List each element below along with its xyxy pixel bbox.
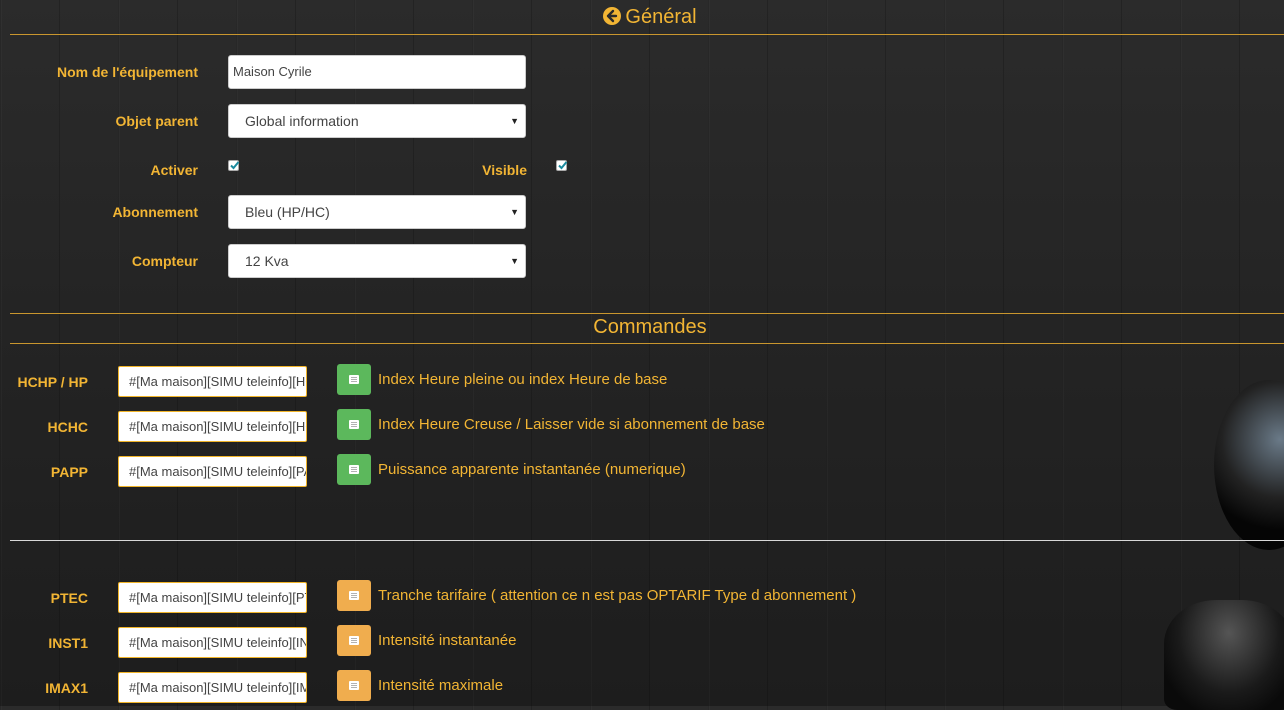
command-label-inst1: INST1 (48, 635, 88, 651)
command-select-button[interactable] (337, 670, 371, 701)
parent-object-label: Objet parent (115, 113, 198, 129)
commandes-section-title: Commandes (593, 316, 707, 338)
equipment-name-label: Nom de l'équipement (56, 64, 198, 80)
command-input-hchc[interactable]: #[Ma maison][SIMU teleinfo][HCHC] (118, 411, 307, 442)
activer-checkbox[interactable] (228, 160, 240, 171)
command-input-imax1[interactable]: #[Ma maison][SIMU teleinfo][IMAX1] (118, 672, 307, 703)
activer-label: Activer (150, 162, 198, 178)
compteur-label: Compteur (131, 253, 198, 269)
command-description-hchp: Index Heure pleine ou index Heure de bas… (378, 371, 668, 388)
parent-object-value: Global information (245, 113, 359, 129)
command-input-inst1[interactable]: #[Ma maison][SIMU teleinfo][INST1] (118, 627, 307, 658)
command-description-imax1: Intensité maximale (378, 677, 504, 694)
command-description-hchc: Index Heure Creuse / Laisser vide si abo… (378, 416, 765, 433)
command-input-ptec[interactable]: #[Ma maison][SIMU teleinfo][PTEC] (118, 582, 307, 613)
commandes-top-divider (10, 313, 1284, 314)
compteur-value: 12 Kva (245, 253, 289, 269)
abonnement-select[interactable]: Bleu (HP/HC) ▼ (228, 195, 526, 229)
command-select-button[interactable] (337, 625, 371, 656)
commands-group-divider (10, 540, 1284, 541)
command-label-papp: PAPP (50, 464, 88, 480)
equipment-name-input[interactable]: Maison Cyrile (228, 55, 526, 89)
dropdown-caret-icon: ▼ (510, 256, 519, 266)
compteur-select[interactable]: 12 Kva ▼ (228, 244, 526, 278)
visible-label: Visible (482, 162, 527, 178)
command-label-hchp: HCHP / HP (17, 374, 88, 390)
list-icon (349, 591, 359, 600)
command-select-button[interactable] (337, 454, 371, 485)
list-icon (349, 375, 359, 384)
command-description-papp: Puissance apparente instantanée (numeriq… (378, 461, 686, 478)
general-section-title: Général (0, 6, 1284, 29)
abonnement-value: Bleu (HP/HC) (245, 204, 330, 220)
list-icon (349, 465, 359, 474)
command-description-ptec: Tranche tarifaire ( attention ce n est p… (378, 587, 857, 604)
general-title-text: Général (625, 6, 697, 28)
command-label-hchc: HCHC (47, 419, 88, 435)
command-input-hchp[interactable]: #[Ma maison][SIMU teleinfo][HCHP] (118, 366, 307, 397)
decorative-robot-foot (1164, 600, 1284, 710)
command-description-inst1: Intensité instantanée (378, 632, 517, 649)
list-icon (349, 681, 359, 690)
commandes-divider (10, 343, 1284, 344)
command-input-papp[interactable]: #[Ma maison][SIMU teleinfo][PAPP] (118, 456, 307, 487)
command-select-button[interactable] (337, 409, 371, 440)
dropdown-caret-icon: ▼ (510, 207, 519, 217)
general-divider (10, 34, 1284, 35)
list-icon (349, 420, 359, 429)
command-select-button[interactable] (337, 364, 371, 395)
list-icon (349, 636, 359, 645)
command-select-button[interactable] (337, 580, 371, 611)
back-arrow-icon[interactable] (603, 7, 622, 25)
dropdown-caret-icon: ▼ (510, 116, 519, 126)
abonnement-label: Abonnement (112, 204, 198, 220)
decorative-robot-head (1214, 380, 1284, 550)
parent-object-select[interactable]: Global information ▼ (228, 104, 526, 138)
command-label-ptec: PTEC (50, 590, 88, 606)
command-label-imax1: IMAX1 (45, 680, 88, 696)
visible-checkbox[interactable] (556, 160, 568, 171)
